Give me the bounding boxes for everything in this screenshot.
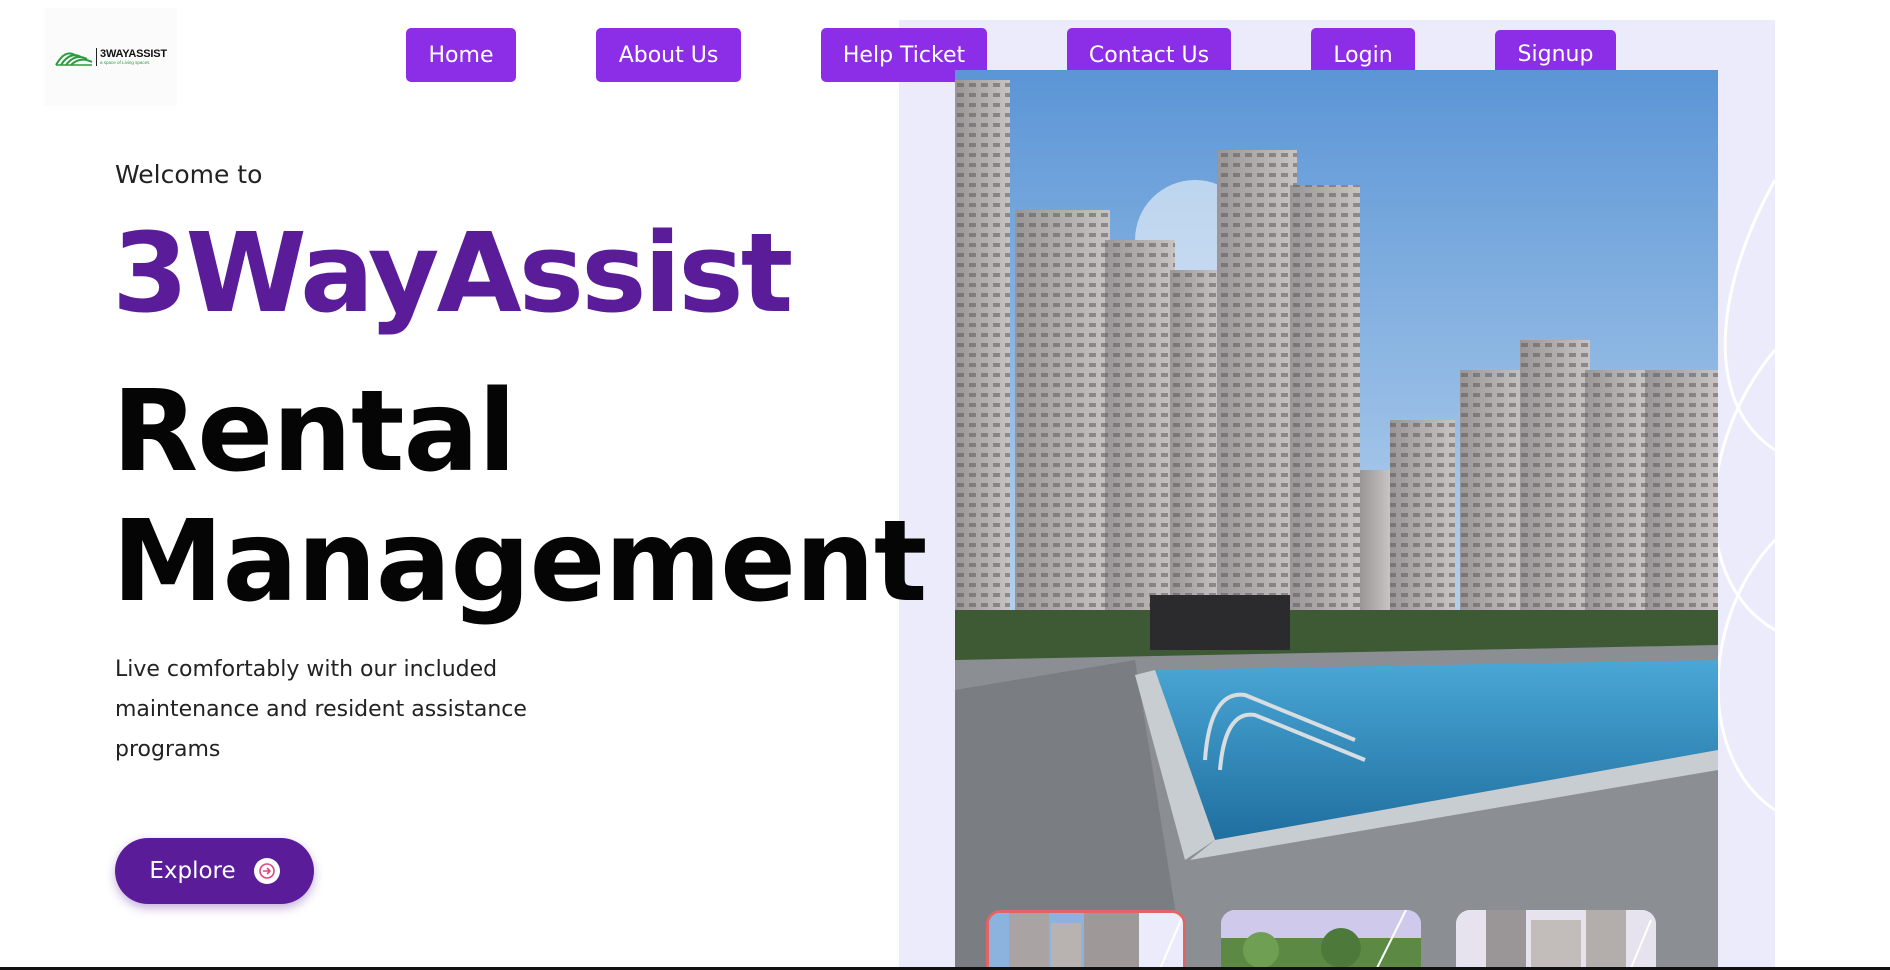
logo-tagline: a space of Living spaces xyxy=(100,60,150,65)
gallery-thumbnail-1[interactable] xyxy=(986,910,1186,970)
hero-description: Live comfortably with our included maint… xyxy=(115,657,527,762)
main-gallery-image xyxy=(955,70,1718,970)
nav-home-button[interactable]: Home xyxy=(406,28,516,82)
headline-line-2: Management xyxy=(112,497,927,627)
gallery-thumbnail-2[interactable] xyxy=(1221,910,1421,970)
brand-title: 3WayAssist xyxy=(112,209,793,337)
welcome-text: Welcome to xyxy=(115,160,263,189)
nav-about-button[interactable]: About Us xyxy=(596,28,741,82)
gallery-thumbnail-3[interactable] xyxy=(1456,910,1656,970)
headline-line-1: Rental xyxy=(112,367,516,497)
logo-title: 3WAYASSIST xyxy=(100,48,167,60)
explore-label: Explore xyxy=(149,858,236,884)
explore-button[interactable]: Explore xyxy=(115,838,314,904)
arrow-right-circle-icon xyxy=(253,858,280,884)
logo[interactable]: 3WAYASSIST a space of Living spaces xyxy=(45,8,177,106)
logo-mark-icon xyxy=(55,52,93,66)
